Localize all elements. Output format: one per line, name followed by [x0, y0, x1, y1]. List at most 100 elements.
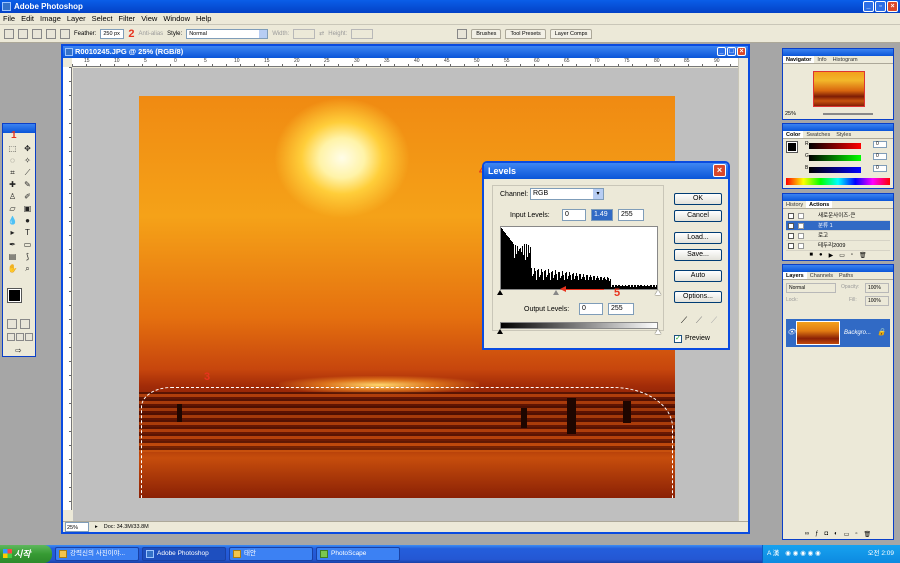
action-toggle-checkbox[interactable]: [788, 243, 794, 249]
tab-swatches[interactable]: Swatches: [803, 131, 833, 138]
navigator-panel-header[interactable]: [783, 49, 893, 56]
input-white-field[interactable]: 255: [618, 209, 644, 221]
vertical-scrollbar[interactable]: [738, 58, 748, 521]
clone-stamp-tool-icon[interactable]: ♙: [7, 191, 18, 202]
blur-tool-icon[interactable]: 💧: [7, 215, 18, 226]
menu-select[interactable]: Select: [92, 14, 113, 23]
eyedropper-tool-icon[interactable]: ⟆: [22, 251, 33, 262]
type-tool-icon[interactable]: T: [22, 227, 33, 238]
tab-styles[interactable]: Styles: [833, 131, 854, 138]
history-brush-tool-icon[interactable]: ✐: [22, 191, 33, 202]
tab-paths[interactable]: Paths: [836, 272, 856, 279]
save-button[interactable]: Save...: [674, 249, 722, 261]
feather-input[interactable]: 250 px: [100, 28, 125, 39]
color-b-slider[interactable]: [809, 167, 861, 173]
eraser-tool-icon[interactable]: ▱: [7, 203, 18, 214]
menu-file[interactable]: File: [3, 14, 15, 23]
well-tab-brushes[interactable]: Brushes: [471, 28, 502, 39]
gradient-tool-icon[interactable]: ▣: [22, 203, 33, 214]
height-input[interactable]: [351, 28, 374, 39]
path-selection-tool-icon[interactable]: ▸: [7, 227, 18, 238]
color-g-value[interactable]: 0: [873, 153, 887, 160]
horizontal-ruler[interactable]: 15 10 5 0 5 10 15 20 25 30 35 40 45 50 5…: [72, 58, 738, 67]
notes-tool-icon[interactable]: ▤: [7, 251, 18, 262]
crop-tool-icon[interactable]: ⌗: [7, 167, 18, 178]
quick-mask-icon[interactable]: [20, 319, 30, 329]
ok-button[interactable]: OK: [674, 193, 722, 205]
foreground-color-swatch[interactable]: [7, 288, 22, 303]
tab-info[interactable]: Info: [814, 56, 829, 63]
color-fg-swatch[interactable]: [786, 141, 798, 153]
levels-title-bar[interactable]: Levels ×: [484, 163, 728, 179]
tab-navigator[interactable]: Navigator: [783, 56, 815, 63]
play-icon[interactable]: ▶: [829, 252, 834, 259]
black-eyedropper-icon[interactable]: ⟋: [679, 315, 689, 325]
input-black-slider[interactable]: [497, 290, 503, 295]
lasso-tool-icon[interactable]: ◌: [7, 155, 18, 166]
color-r-slider[interactable]: [809, 143, 861, 149]
new-action-icon[interactable]: ▫: [851, 252, 853, 259]
color-panel-header[interactable]: [783, 124, 893, 131]
width-input[interactable]: [293, 28, 316, 39]
channel-select[interactable]: RGB ▾: [530, 188, 604, 200]
screen-mode-full-icon[interactable]: [25, 333, 33, 341]
start-button[interactable]: 시작: [0, 545, 52, 563]
layers-panel-header[interactable]: [783, 265, 893, 272]
stop-icon[interactable]: ■: [809, 252, 813, 259]
levels-close-button[interactable]: ×: [713, 164, 726, 177]
healing-brush-tool-icon[interactable]: ✚: [7, 179, 18, 190]
action-dialog-checkbox[interactable]: [798, 243, 804, 249]
style-select[interactable]: Normal: [186, 28, 269, 39]
opacity-input[interactable]: 100%: [865, 283, 889, 293]
input-white-slider[interactable]: [655, 290, 661, 295]
hand-tool-icon[interactable]: ✋: [7, 263, 18, 274]
menu-view[interactable]: View: [141, 14, 157, 23]
taskbar-item-photoshop[interactable]: Adobe Photoshop: [142, 547, 226, 561]
preview-checkbox[interactable]: ✓: [674, 335, 682, 343]
layer-style-icon[interactable]: ƒ: [815, 531, 818, 538]
antialias-label[interactable]: Anti-alias: [138, 31, 163, 37]
screen-mode-menu-icon[interactable]: [16, 333, 24, 341]
selection-new-icon[interactable]: [18, 28, 28, 39]
status-arrow-icon[interactable]: ▸: [95, 522, 98, 532]
pen-tool-icon[interactable]: ✒: [7, 239, 18, 250]
minimize-button[interactable]: _: [863, 1, 874, 12]
output-white-slider[interactable]: [655, 329, 661, 334]
move-tool-icon[interactable]: ✥: [22, 143, 33, 154]
toolbox-header[interactable]: [3, 124, 35, 133]
tab-actions[interactable]: Actions: [806, 201, 833, 208]
input-gamma-slider[interactable]: [553, 290, 559, 295]
slice-tool-icon[interactable]: ⟋: [22, 167, 33, 178]
blend-mode-select[interactable]: Normal: [786, 283, 836, 293]
white-eyedropper-icon[interactable]: ⟋: [709, 315, 719, 325]
imageready-jump-icon[interactable]: ⇨: [13, 345, 24, 356]
color-r-value[interactable]: 0: [873, 141, 887, 148]
brush-tool-icon[interactable]: ✎: [22, 179, 33, 190]
color-b-value[interactable]: 0: [873, 165, 887, 172]
adjustment-layer-icon[interactable]: ◐: [834, 531, 838, 538]
gray-eyedropper-icon[interactable]: ⟋: [694, 315, 704, 325]
actions-panel-header[interactable]: [783, 194, 893, 201]
menu-image[interactable]: Image: [40, 14, 61, 23]
screen-mode-standard-icon[interactable]: [7, 333, 15, 341]
record-icon[interactable]: ●: [819, 252, 823, 259]
output-black-field[interactable]: 0: [579, 303, 603, 315]
swap-icon[interactable]: ⇄: [319, 30, 324, 37]
standard-mode-icon[interactable]: [7, 319, 17, 329]
color-g-slider[interactable]: [809, 155, 861, 161]
tab-history[interactable]: History: [783, 201, 806, 208]
taskbar-item-browser[interactable]: 강력신의 사진이야...: [55, 547, 139, 561]
taskbar-item-photoscape[interactable]: PhotoScape: [316, 547, 400, 561]
doc-close-button[interactable]: ×: [737, 47, 746, 56]
new-layer-icon[interactable]: ▫: [855, 531, 857, 538]
auto-button[interactable]: Auto: [674, 270, 722, 282]
selection-intersect-icon[interactable]: [60, 28, 70, 39]
selection-add-icon[interactable]: [32, 28, 42, 39]
input-gamma-field[interactable]: 1.49: [591, 209, 613, 221]
marquee-tool-icon[interactable]: ⬚: [7, 143, 18, 154]
tab-channels[interactable]: Channels: [807, 272, 836, 279]
input-black-field[interactable]: 0: [562, 209, 586, 221]
tab-histogram[interactable]: Histogram: [830, 56, 861, 63]
action-dialog-checkbox[interactable]: [798, 233, 804, 239]
tab-layers[interactable]: Layers: [783, 272, 807, 279]
